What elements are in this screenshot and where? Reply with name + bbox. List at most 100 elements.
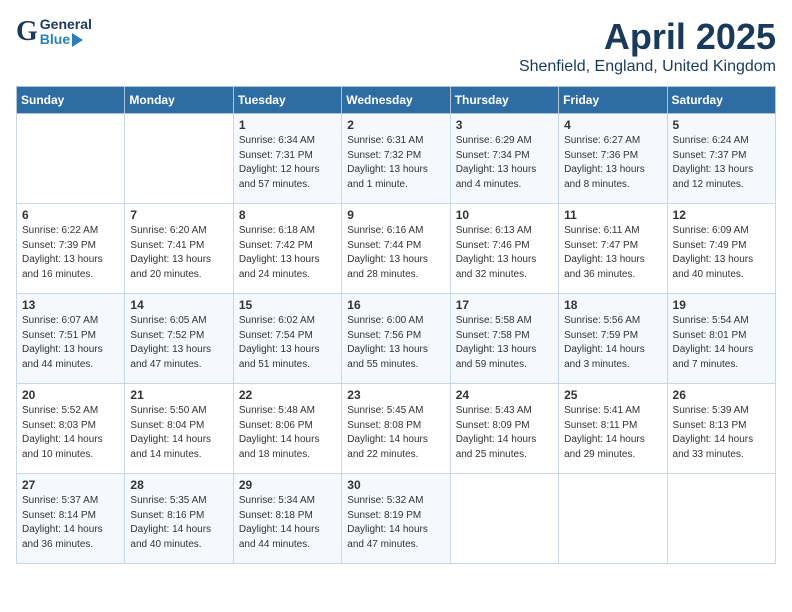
logo: G General Blue bbox=[16, 16, 92, 48]
calendar-cell: 16 Sunrise: 6:00 AM Sunset: 7:56 PM Dayli… bbox=[342, 294, 450, 384]
logo-general-text: General bbox=[40, 17, 92, 32]
calendar-cell: 18Sunrise: 5:56 AM Sunset: 7:59 PM Dayli… bbox=[559, 294, 667, 384]
day-number: 26 bbox=[673, 388, 770, 402]
calendar-cell: 22 Sunrise: 5:48 AM Sunset: 8:06 PM Dayli… bbox=[233, 384, 341, 474]
day-number: 1 bbox=[239, 118, 336, 132]
logo-blue-row: Blue bbox=[40, 32, 92, 47]
calendar-cell: 2 Sunrise: 6:31 AM Sunset: 7:32 PM Daylig… bbox=[342, 114, 450, 204]
calendar-cell: 25Sunrise: 5:41 AM Sunset: 8:11 PM Dayli… bbox=[559, 384, 667, 474]
day-info: Sunrise: 6:18 AM Sunset: 7:42 PM Dayligh… bbox=[239, 224, 336, 282]
calendar-subtitle: Shenfield, England, United Kingdom bbox=[519, 58, 776, 76]
day-info: Sunrise: 6:20 AM Sunset: 7:41 PM Dayligh… bbox=[130, 224, 227, 282]
calendar-cell: 20 Sunrise: 5:52 AM Sunset: 8:03 PM Dayli… bbox=[17, 384, 125, 474]
weekday-header-friday: Friday bbox=[559, 87, 667, 114]
day-number: 30 bbox=[347, 478, 444, 492]
calendar-cell: 27Sunrise: 5:37 AM Sunset: 8:14 PM Dayli… bbox=[17, 474, 125, 564]
weekday-header-saturday: Saturday bbox=[667, 87, 775, 114]
day-number: 11 bbox=[564, 208, 661, 222]
calendar-cell: 11 Sunrise: 6:11 AM Sunset: 7:47 PM Dayli… bbox=[559, 204, 667, 294]
calendar-cell: 12 Sunrise: 6:09 AM Sunset: 7:49 PM Dayli… bbox=[667, 204, 775, 294]
calendar-week-4: 20 Sunrise: 5:52 AM Sunset: 8:03 PM Dayli… bbox=[17, 384, 776, 474]
calendar-week-5: 27Sunrise: 5:37 AM Sunset: 8:14 PM Dayli… bbox=[17, 474, 776, 564]
calendar-cell: 9 Sunrise: 6:16 AM Sunset: 7:44 PM Daylig… bbox=[342, 204, 450, 294]
day-number: 29 bbox=[239, 478, 336, 492]
day-info: Sunrise: 6:00 AM Sunset: 7:56 PM Dayligh… bbox=[347, 314, 444, 372]
day-info: Sunrise: 5:34 AM Sunset: 8:18 PM Dayligh… bbox=[239, 494, 336, 552]
day-number: 8 bbox=[239, 208, 336, 222]
day-info: Sunrise: 5:58 AM Sunset: 7:58 PM Dayligh… bbox=[456, 314, 553, 372]
day-number: 25 bbox=[564, 388, 661, 402]
calendar-cell: 24 Sunrise: 5:43 AM Sunset: 8:09 PM Dayli… bbox=[450, 384, 558, 474]
day-number: 2 bbox=[347, 118, 444, 132]
calendar-cell bbox=[17, 114, 125, 204]
day-info: Sunrise: 5:43 AM Sunset: 8:09 PM Dayligh… bbox=[456, 404, 553, 462]
calendar-cell: 30 Sunrise: 5:32 AM Sunset: 8:19 PM Dayli… bbox=[342, 474, 450, 564]
day-info: Sunrise: 5:50 AM Sunset: 8:04 PM Dayligh… bbox=[130, 404, 227, 462]
day-number: 16 bbox=[347, 298, 444, 312]
day-info: Sunrise: 6:02 AM Sunset: 7:54 PM Dayligh… bbox=[239, 314, 336, 372]
day-number: 5 bbox=[673, 118, 770, 132]
day-number: 4 bbox=[564, 118, 661, 132]
day-number: 6 bbox=[22, 208, 119, 222]
logo-text: General Blue bbox=[40, 17, 92, 48]
day-info: Sunrise: 5:45 AM Sunset: 8:08 PM Dayligh… bbox=[347, 404, 444, 462]
weekday-header-thursday: Thursday bbox=[450, 87, 558, 114]
calendar-cell bbox=[450, 474, 558, 564]
day-number: 19 bbox=[673, 298, 770, 312]
day-number: 24 bbox=[456, 388, 553, 402]
day-info: Sunrise: 5:52 AM Sunset: 8:03 PM Dayligh… bbox=[22, 404, 119, 462]
day-info: Sunrise: 6:09 AM Sunset: 7:49 PM Dayligh… bbox=[673, 224, 770, 282]
weekday-header-monday: Monday bbox=[125, 87, 233, 114]
day-info: Sunrise: 6:11 AM Sunset: 7:47 PM Dayligh… bbox=[564, 224, 661, 282]
day-number: 28 bbox=[130, 478, 227, 492]
day-info: Sunrise: 6:27 AM Sunset: 7:36 PM Dayligh… bbox=[564, 134, 661, 192]
calendar-cell: 21 Sunrise: 5:50 AM Sunset: 8:04 PM Dayli… bbox=[125, 384, 233, 474]
day-number: 9 bbox=[347, 208, 444, 222]
day-number: 13 bbox=[22, 298, 119, 312]
day-info: Sunrise: 6:29 AM Sunset: 7:34 PM Dayligh… bbox=[456, 134, 553, 192]
calendar-cell bbox=[559, 474, 667, 564]
day-number: 7 bbox=[130, 208, 227, 222]
day-info: Sunrise: 5:32 AM Sunset: 8:19 PM Dayligh… bbox=[347, 494, 444, 552]
day-info: Sunrise: 5:48 AM Sunset: 8:06 PM Dayligh… bbox=[239, 404, 336, 462]
calendar-header-row: SundayMondayTuesdayWednesdayThursdayFrid… bbox=[17, 87, 776, 114]
day-number: 20 bbox=[22, 388, 119, 402]
calendar-title: April 2025 bbox=[519, 16, 776, 58]
day-number: 21 bbox=[130, 388, 227, 402]
day-info: Sunrise: 6:05 AM Sunset: 7:52 PM Dayligh… bbox=[130, 314, 227, 372]
header: G General Blue April 2025 Shenfield, Eng… bbox=[16, 16, 776, 76]
calendar-cell bbox=[667, 474, 775, 564]
weekday-header-sunday: Sunday bbox=[17, 87, 125, 114]
day-info: Sunrise: 6:31 AM Sunset: 7:32 PM Dayligh… bbox=[347, 134, 444, 192]
day-number: 27 bbox=[22, 478, 119, 492]
calendar-cell bbox=[125, 114, 233, 204]
calendar-week-3: 13Sunrise: 6:07 AM Sunset: 7:51 PM Dayli… bbox=[17, 294, 776, 384]
calendar-cell: 10Sunrise: 6:13 AM Sunset: 7:46 PM Dayli… bbox=[450, 204, 558, 294]
title-area: April 2025 Shenfield, England, United Ki… bbox=[519, 16, 776, 76]
calendar-week-2: 6Sunrise: 6:22 AM Sunset: 7:39 PM Daylig… bbox=[17, 204, 776, 294]
day-number: 14 bbox=[130, 298, 227, 312]
day-number: 12 bbox=[673, 208, 770, 222]
day-info: Sunrise: 6:16 AM Sunset: 7:44 PM Dayligh… bbox=[347, 224, 444, 282]
day-number: 23 bbox=[347, 388, 444, 402]
day-info: Sunrise: 5:35 AM Sunset: 8:16 PM Dayligh… bbox=[130, 494, 227, 552]
weekday-header-wednesday: Wednesday bbox=[342, 87, 450, 114]
calendar-week-1: 1Sunrise: 6:34 AM Sunset: 7:31 PM Daylig… bbox=[17, 114, 776, 204]
day-info: Sunrise: 5:54 AM Sunset: 8:01 PM Dayligh… bbox=[673, 314, 770, 372]
day-number: 3 bbox=[456, 118, 553, 132]
calendar-cell: 8 Sunrise: 6:18 AM Sunset: 7:42 PM Daylig… bbox=[233, 204, 341, 294]
day-number: 18 bbox=[564, 298, 661, 312]
calendar-cell: 1Sunrise: 6:34 AM Sunset: 7:31 PM Daylig… bbox=[233, 114, 341, 204]
day-info: Sunrise: 6:13 AM Sunset: 7:46 PM Dayligh… bbox=[456, 224, 553, 282]
calendar-cell: 29 Sunrise: 5:34 AM Sunset: 8:18 PM Dayli… bbox=[233, 474, 341, 564]
calendar-table: SundayMondayTuesdayWednesdayThursdayFrid… bbox=[16, 86, 776, 564]
calendar-cell: 13Sunrise: 6:07 AM Sunset: 7:51 PM Dayli… bbox=[17, 294, 125, 384]
day-info: Sunrise: 5:39 AM Sunset: 8:13 PM Dayligh… bbox=[673, 404, 770, 462]
calendar-cell: 4 Sunrise: 6:27 AM Sunset: 7:36 PM Daylig… bbox=[559, 114, 667, 204]
day-number: 22 bbox=[239, 388, 336, 402]
calendar-cell: 19 Sunrise: 5:54 AM Sunset: 8:01 PM Dayli… bbox=[667, 294, 775, 384]
calendar-cell: 7 Sunrise: 6:20 AM Sunset: 7:41 PM Daylig… bbox=[125, 204, 233, 294]
calendar-cell: 15Sunrise: 6:02 AM Sunset: 7:54 PM Dayli… bbox=[233, 294, 341, 384]
logo-g-letter: G bbox=[16, 16, 38, 48]
weekday-header-tuesday: Tuesday bbox=[233, 87, 341, 114]
